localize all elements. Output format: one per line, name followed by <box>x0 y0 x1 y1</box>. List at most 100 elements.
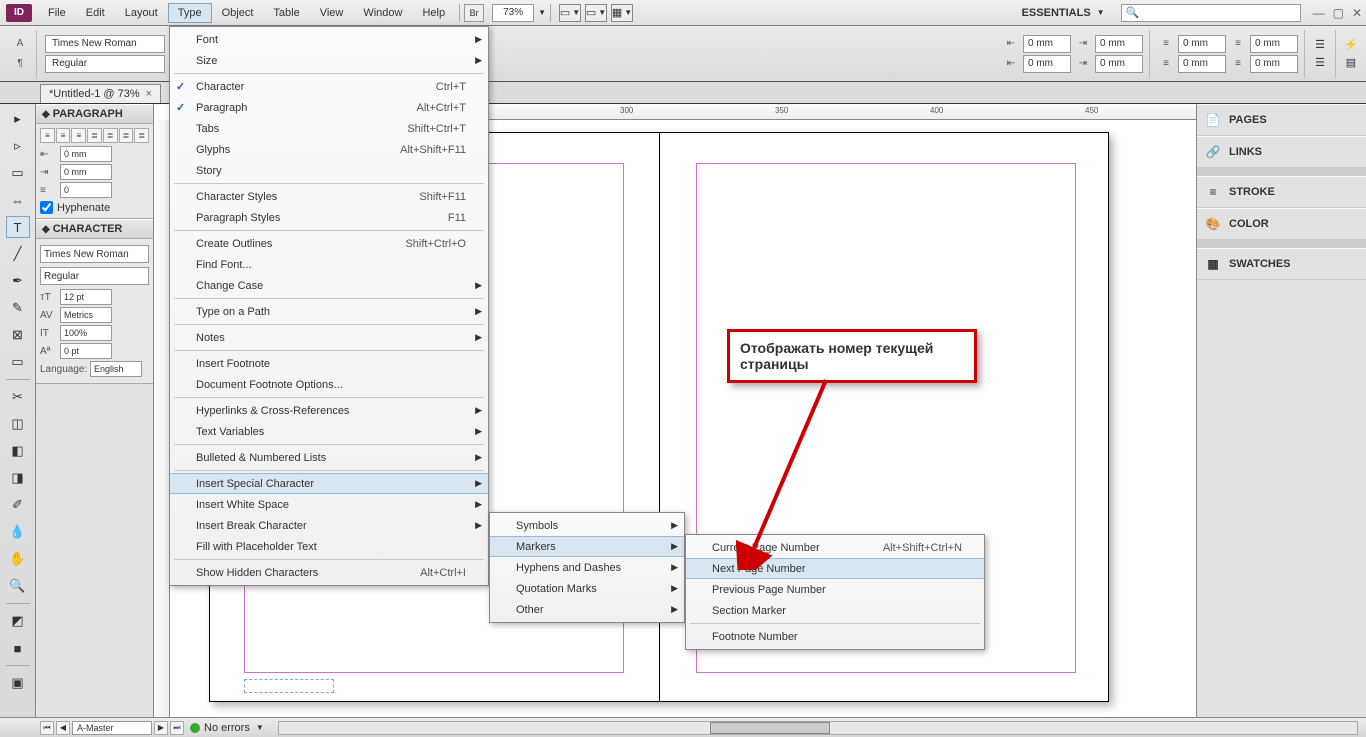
gradient-feather-tool[interactable]: ◨ <box>6 467 30 489</box>
workspace-switcher[interactable]: ESSENTIALS ▼ <box>1014 5 1113 21</box>
flyout-icon[interactable]: ▤ <box>1342 55 1360 71</box>
char-scale[interactable] <box>60 325 112 341</box>
minimize-button[interactable]: — <box>1309 4 1329 22</box>
font-family-field[interactable]: Times New Roman <box>45 35 165 53</box>
space-after-field[interactable] <box>60 182 112 198</box>
ctrl-val-1[interactable]: 0 mm <box>1023 35 1071 53</box>
zoom-tool[interactable]: 🔍 <box>6 575 30 597</box>
mi-insert-footnote[interactable]: Insert Footnote <box>170 353 488 374</box>
pages-panel[interactable]: 📄PAGES <box>1197 104 1366 136</box>
mi-quotes[interactable]: Quotation Marks▶ <box>490 578 684 599</box>
ctrl-val-2[interactable]: 0 mm <box>1095 35 1143 53</box>
mi-show-hidden[interactable]: Show Hidden CharactersAlt+Ctrl+I <box>170 562 488 583</box>
eyedropper-tool[interactable]: 💧 <box>6 521 30 543</box>
preflight-status[interactable]: No errors ▼ <box>190 722 264 734</box>
mi-insert-white-space[interactable]: Insert White Space▶ <box>170 494 488 515</box>
menu-view[interactable]: View <box>310 3 354 23</box>
paragraph-panel-header[interactable]: ◆ PARAGRAPH <box>36 104 153 124</box>
mi-fill-placeholder[interactable]: Fill with Placeholder Text <box>170 536 488 557</box>
justify-right[interactable]: ≣ <box>119 128 134 143</box>
view-mode-1[interactable]: ▭▼ <box>559 4 581 22</box>
mi-hyphens[interactable]: Hyphens and Dashes▶ <box>490 557 684 578</box>
mi-next-page-number[interactable]: Next Page Number <box>686 558 984 579</box>
char-size[interactable] <box>60 289 112 305</box>
align-center[interactable]: ≡ <box>56 128 71 143</box>
char-font-family[interactable] <box>40 245 149 263</box>
mi-font[interactable]: Font▶ <box>170 29 488 50</box>
char-kerning[interactable] <box>60 307 112 323</box>
menu-file[interactable]: File <box>38 3 76 23</box>
quick-apply-icon[interactable]: ⚡ <box>1342 37 1360 53</box>
menu-object[interactable]: Object <box>212 3 264 23</box>
para-mode-icon[interactable]: ¶ <box>10 55 30 73</box>
close-tab-icon[interactable]: × <box>146 88 152 100</box>
numbered-list-icon[interactable]: ☰ <box>1311 37 1329 53</box>
char-language[interactable] <box>90 361 142 377</box>
ctrl-val-5[interactable]: 0 mm <box>1178 35 1226 53</box>
horizontal-scrollbar[interactable] <box>278 721 1358 735</box>
direct-selection-tool[interactable]: ▹ <box>6 135 30 157</box>
links-panel[interactable]: 🔗LINKS <box>1197 136 1366 168</box>
first-line-indent-field[interactable] <box>60 164 112 180</box>
text-frame[interactable] <box>244 679 334 693</box>
bulleted-list-icon[interactable]: ☰ <box>1311 55 1329 71</box>
color-panel[interactable]: 🎨COLOR <box>1197 208 1366 240</box>
free-transform-tool[interactable]: ◫ <box>6 413 30 435</box>
stroke-panel[interactable]: ≡STROKE <box>1197 176 1366 208</box>
line-tool[interactable]: ╱ <box>6 243 30 265</box>
page-field[interactable] <box>72 721 152 735</box>
mi-other[interactable]: Other▶ <box>490 599 684 620</box>
ctrl-val-3[interactable]: 0 mm <box>1023 55 1071 73</box>
char-font-style[interactable] <box>40 267 149 285</box>
mi-doc-footnote-options[interactable]: Document Footnote Options... <box>170 374 488 395</box>
zoom-input[interactable] <box>492 4 534 22</box>
view-mode-2[interactable]: ▭▼ <box>585 4 607 22</box>
font-style-field[interactable]: Regular <box>45 55 165 73</box>
align-left[interactable]: ≡ <box>40 128 55 143</box>
mi-story[interactable]: Story <box>170 160 488 181</box>
document-tab[interactable]: *Untitled-1 @ 73%× <box>40 84 161 103</box>
char-baseline[interactable] <box>60 343 112 359</box>
justify-center[interactable]: ≣ <box>103 128 118 143</box>
mi-tabs[interactable]: TabsShift+Ctrl+T <box>170 118 488 139</box>
justify-all[interactable]: ≣ <box>134 128 149 143</box>
hyphenate-checkbox[interactable]: Hyphenate <box>40 201 149 214</box>
ctrl-val-6[interactable]: 0 mm <box>1250 35 1298 53</box>
page-tool[interactable]: ▭ <box>6 162 30 184</box>
align-right[interactable]: ≡ <box>71 128 86 143</box>
mi-character[interactable]: ✓CharacterCtrl+T <box>170 76 488 97</box>
gradient-swatch-tool[interactable]: ◧ <box>6 440 30 462</box>
mi-size[interactable]: Size▶ <box>170 50 488 71</box>
fill-stroke-tool[interactable]: ◩ <box>6 610 30 632</box>
mi-text-variables[interactable]: Text Variables▶ <box>170 421 488 442</box>
mi-bulleted-lists[interactable]: Bulleted & Numbered Lists▶ <box>170 447 488 468</box>
mi-glyphs[interactable]: GlyphsAlt+Shift+F11 <box>170 139 488 160</box>
apply-color-tool[interactable]: ■ <box>6 637 30 659</box>
gap-tool[interactable]: ⇔ <box>6 189 30 211</box>
mi-change-case[interactable]: Change Case▶ <box>170 275 488 296</box>
type-tool[interactable]: T <box>6 216 30 238</box>
mi-current-page-number[interactable]: Current Page NumberAlt+Shift+Ctrl+N <box>686 537 984 558</box>
left-indent-field[interactable] <box>60 146 112 162</box>
screen-mode-tool[interactable]: ▣ <box>6 672 30 694</box>
mi-symbols[interactable]: Symbols▶ <box>490 515 684 536</box>
scissors-tool[interactable]: ✂ <box>6 386 30 408</box>
menu-table[interactable]: Table <box>263 3 309 23</box>
mi-insert-break[interactable]: Insert Break Character▶ <box>170 515 488 536</box>
mi-previous-page-number[interactable]: Previous Page Number <box>686 579 984 600</box>
character-panel-header[interactable]: ◆ CHARACTER <box>36 219 153 239</box>
menu-edit[interactable]: Edit <box>76 3 115 23</box>
mi-find-font[interactable]: Find Font... <box>170 254 488 275</box>
menu-help[interactable]: Help <box>412 3 455 23</box>
rectangle-frame-tool[interactable]: ⊠ <box>6 324 30 346</box>
restore-button[interactable]: ▢ <box>1329 4 1348 22</box>
page-navigator[interactable]: ⏮◀ ▶⏭ <box>40 721 184 735</box>
mi-notes[interactable]: Notes▶ <box>170 327 488 348</box>
rectangle-tool[interactable]: ▭ <box>6 351 30 373</box>
selection-tool[interactable]: ▸ <box>6 108 30 130</box>
char-mode-icon[interactable]: A <box>10 35 30 53</box>
mi-paragraph[interactable]: ✓ParagraphAlt+Ctrl+T <box>170 97 488 118</box>
bridge-button[interactable]: Br <box>464 4 484 22</box>
mi-section-marker[interactable]: Section Marker <box>686 600 984 621</box>
mi-para-styles[interactable]: Paragraph StylesF11 <box>170 207 488 228</box>
